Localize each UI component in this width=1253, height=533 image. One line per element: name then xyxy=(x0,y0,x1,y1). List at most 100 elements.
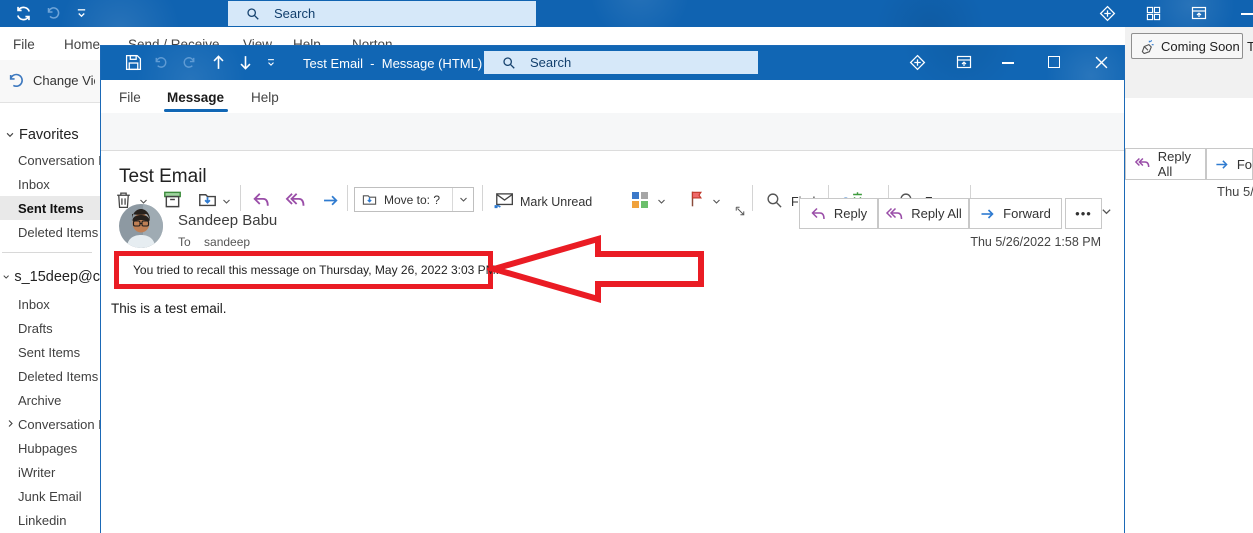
move-down-icon[interactable] xyxy=(238,54,253,71)
forward-arrow-icon xyxy=(980,207,996,221)
undo-icon[interactable] xyxy=(45,5,61,21)
sender-avatar[interactable] xyxy=(119,204,163,248)
account-header[interactable]: s_15deep@c xyxy=(0,266,100,288)
sidebar-favorites-conversation-history[interactable]: Conversation H xyxy=(0,148,100,172)
more-actions-dots: ••• xyxy=(1075,206,1092,221)
forward-button[interactable]: Forward xyxy=(969,198,1062,229)
sidebar-account-conversation-history[interactable]: Conversation H xyxy=(0,412,100,436)
toolbar-separator xyxy=(347,185,348,211)
sidebar-favorites-sent-items[interactable]: Sent Items xyxy=(0,196,100,220)
categorize-chevron-icon[interactable] xyxy=(657,197,666,206)
favorites-header[interactable]: Favorites xyxy=(0,124,100,146)
message-search-placeholder: Search xyxy=(530,55,571,70)
move-up-icon[interactable] xyxy=(211,54,226,71)
forward-arrow-icon xyxy=(1215,158,1230,171)
sidebar-account-archive[interactable]: Archive xyxy=(0,388,100,412)
move-to-icon xyxy=(362,192,377,207)
find-button[interactable] xyxy=(766,192,783,209)
message-menu-help[interactable]: Help xyxy=(251,90,279,105)
sidebar-account-iwriter[interactable]: iWriter xyxy=(0,460,100,484)
reply-all-icon xyxy=(885,207,904,221)
follow-up-flag-button[interactable] xyxy=(689,190,705,208)
message-title-bar: Test Email - Message (HTML) Search xyxy=(101,46,1124,80)
apps-grid-icon[interactable] xyxy=(1146,6,1161,21)
message-window-title: Test Email - Message (HTML) xyxy=(303,56,482,71)
move-to-dropdown[interactable]: Move to: ? xyxy=(354,187,474,212)
redo-icon[interactable] xyxy=(182,55,197,70)
flag-chevron-icon[interactable] xyxy=(712,197,721,206)
reply-button[interactable] xyxy=(252,192,271,208)
mark-unread-label[interactable]: Mark Unread xyxy=(520,195,592,209)
move-to-dropdown-chevron[interactable] xyxy=(452,188,473,211)
sender-name[interactable]: Sandeep Babu xyxy=(178,212,277,229)
received-date: Thu 5/26/2022 1:58 PM xyxy=(801,235,1101,249)
toolbar-separator xyxy=(482,185,483,211)
close-icon[interactable] xyxy=(1095,56,1108,69)
email-subject: Test Email xyxy=(119,166,207,188)
change-view-button[interactable]: Change Vie xyxy=(8,72,95,89)
categorize-button[interactable] xyxy=(632,192,649,209)
sidebar-account-sent-items[interactable]: Sent Items xyxy=(0,340,100,364)
email-body: This is a test email. xyxy=(111,301,227,316)
coming-soon-button[interactable]: Coming Soon xyxy=(1131,33,1243,59)
premium-diamond-icon[interactable] xyxy=(1099,5,1116,22)
premium-diamond-icon[interactable] xyxy=(909,54,926,71)
undo-icon[interactable] xyxy=(153,55,168,70)
dialog-launcher-icon[interactable] xyxy=(735,206,745,216)
sidebar-account-linkedin[interactable]: Linkedin xyxy=(0,508,100,532)
megaphone-icon xyxy=(1140,39,1155,54)
reply-all-icon xyxy=(1134,157,1151,171)
message-menu-file[interactable]: File xyxy=(119,90,141,105)
reading-pane-reply-all-button[interactable]: Reply All xyxy=(1125,148,1206,180)
reply-label: Reply xyxy=(834,206,867,221)
minimize-icon[interactable] xyxy=(1002,62,1014,64)
main-title-bar: Search xyxy=(0,0,1253,27)
main-tab-home[interactable]: Home xyxy=(64,37,100,52)
to-label: To xyxy=(178,235,191,249)
save-icon[interactable] xyxy=(125,54,142,71)
search-icon xyxy=(246,7,260,21)
sidebar-favorites-inbox[interactable]: Inbox xyxy=(0,172,100,196)
reading-pane-forward-button[interactable]: Fo xyxy=(1206,148,1253,180)
main-minimize-icon[interactable] xyxy=(1241,13,1253,15)
forward-button[interactable] xyxy=(322,193,340,208)
sidebar-account-hubpages[interactable]: Hubpages xyxy=(0,436,100,460)
archive-button[interactable] xyxy=(163,190,182,209)
sidebar-account-inbox[interactable]: Inbox xyxy=(0,292,100,316)
quick-access-chevron-icon[interactable] xyxy=(266,58,276,68)
chevron-down-icon xyxy=(5,130,15,140)
message-toolbar: Move to: ? Mark Unread xyxy=(101,113,1124,151)
main-tab-file[interactable]: File xyxy=(13,37,35,52)
folder-sidebar: Favorites Conversation H Inbox Sent Item… xyxy=(0,103,100,533)
sidebar-account-drafts[interactable]: Drafts xyxy=(0,316,100,340)
reply-all-label: Reply All xyxy=(1158,149,1205,179)
main-search-placeholder: Search xyxy=(274,6,315,21)
reply-button[interactable]: Reply xyxy=(799,198,878,229)
active-tab-underline xyxy=(164,109,228,112)
search-icon xyxy=(502,56,516,70)
message-menu-message[interactable]: Message xyxy=(167,90,224,105)
message-search-input[interactable]: Search xyxy=(484,51,758,74)
quick-access-chevron-icon[interactable] xyxy=(76,8,87,19)
reply-all-button[interactable] xyxy=(285,192,306,208)
ribbon-display-options-icon[interactable] xyxy=(956,55,972,70)
move-chevron-icon[interactable] xyxy=(222,197,231,206)
sidebar-account-junk-email[interactable]: Junk Email xyxy=(0,484,100,508)
collapse-toolbar-chevron-icon[interactable] xyxy=(1101,206,1112,217)
sidebar-favorites-deleted-items[interactable]: Deleted Items xyxy=(0,220,100,244)
reply-all-button[interactable]: Reply All xyxy=(878,198,969,229)
sidebar-divider xyxy=(2,252,92,253)
recipient-name[interactable]: sandeep xyxy=(204,235,250,249)
send-receive-sync-icon[interactable] xyxy=(14,4,33,23)
maximize-icon[interactable] xyxy=(1048,56,1060,68)
change-view-label: Change Vie xyxy=(33,73,95,88)
forward-label-cut: Fo xyxy=(1237,157,1252,172)
ribbon-display-options-icon[interactable] xyxy=(1191,6,1207,21)
more-actions-button[interactable]: ••• xyxy=(1065,198,1102,229)
main-search-input[interactable]: Search xyxy=(228,1,536,26)
message-menu-row: File Message Help xyxy=(101,80,1124,113)
mark-unread-button[interactable] xyxy=(494,191,514,209)
move-to-folder-button[interactable] xyxy=(198,190,217,209)
coming-soon-label: Coming Soon xyxy=(1161,39,1240,54)
sidebar-account-deleted-items[interactable]: Deleted Items xyxy=(0,364,100,388)
